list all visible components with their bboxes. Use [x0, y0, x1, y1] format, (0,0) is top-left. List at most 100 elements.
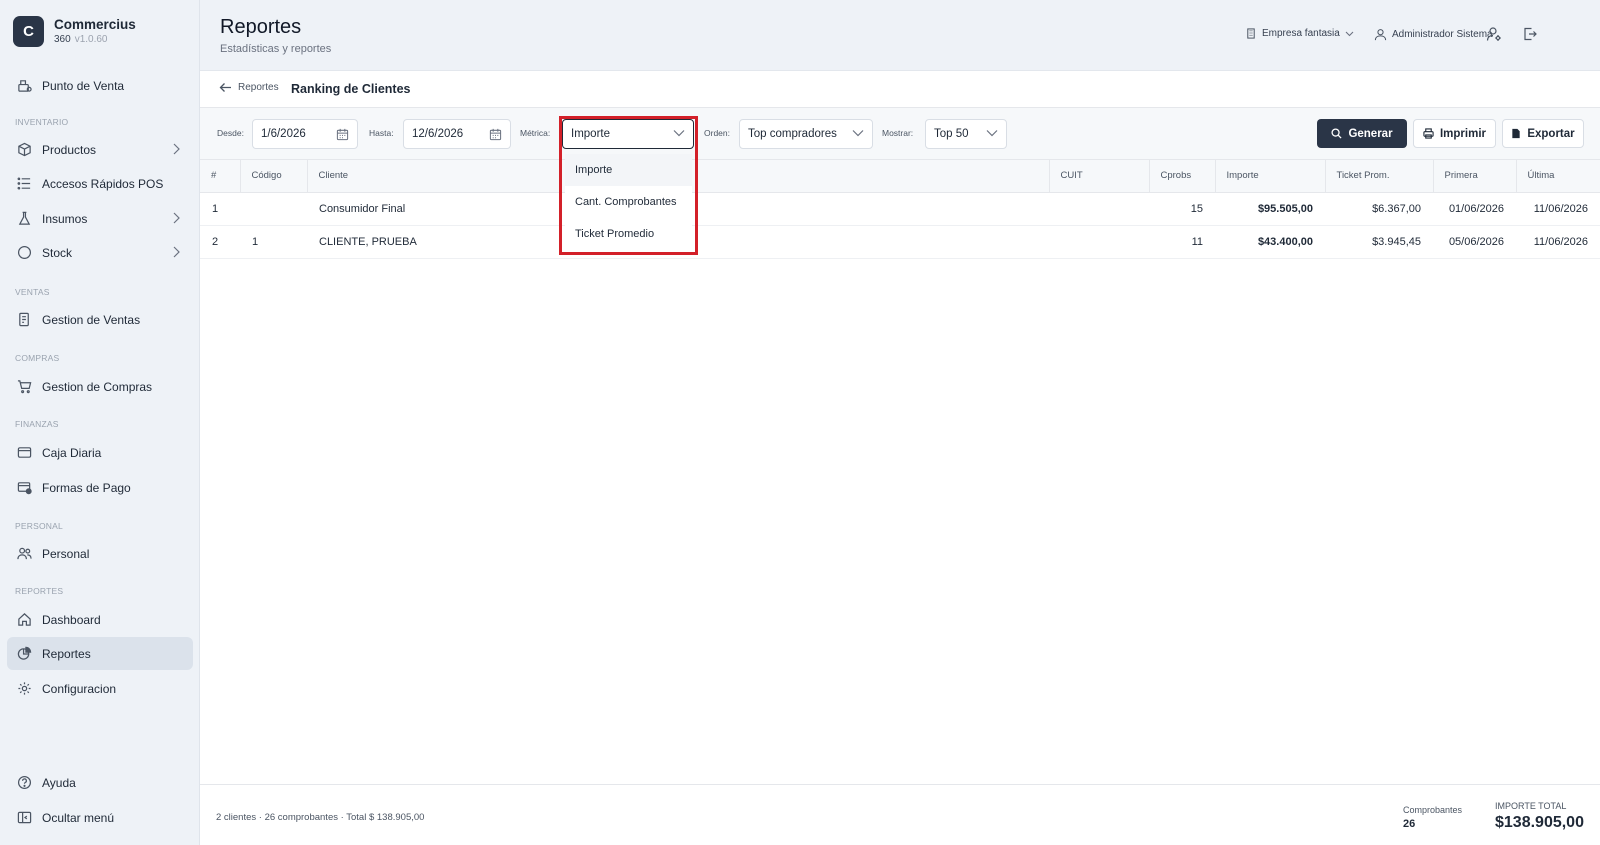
circle-icon: [16, 245, 32, 261]
col-header-codigo[interactable]: Código: [240, 160, 308, 193]
sidebar-item-formas-pago[interactable]: Formas de Pago: [7, 471, 193, 504]
arrow-left-icon: [219, 82, 232, 93]
sidebar-item-label: Punto de Venta: [42, 78, 125, 93]
importe-total-label: IMPORTE TOTAL: [1495, 801, 1567, 811]
imprimir-label: Imprimir: [1439, 127, 1486, 140]
metrica-select[interactable]: Importe: [562, 119, 694, 149]
chevron-right-icon: [171, 143, 181, 155]
exportar-label: Exportar: [1527, 127, 1575, 140]
sidebar-item-dashboard[interactable]: Dashboard: [7, 603, 193, 636]
search-icon: [1331, 128, 1342, 139]
section-finanzas: FINANZAS: [15, 419, 59, 429]
sidebar-item-gestion-compras[interactable]: Gestion de Compras: [7, 370, 193, 403]
col-header-cuit[interactable]: CUIT: [1049, 160, 1150, 193]
hasta-date-input[interactable]: 12/6/2026: [403, 119, 511, 149]
cell-rank: 1: [200, 192, 240, 226]
cell-cprobs: 11: [1149, 225, 1215, 259]
section-compras: COMPRAS: [15, 353, 60, 363]
sidebar-item-gestion-ventas[interactable]: Gestion de Ventas: [7, 303, 193, 336]
sidebar-item-ocultar-menu[interactable]: Ocultar menú: [7, 801, 193, 834]
sidebar-collapse-icon: [16, 810, 32, 826]
metrica-option-importe[interactable]: Importe: [565, 154, 692, 186]
col-header-importe[interactable]: Importe: [1215, 160, 1326, 193]
company-selector[interactable]: Empresa fantasia: [1246, 28, 1354, 39]
back-button[interactable]: Reportes: [219, 82, 279, 93]
cell-ultima: 11/06/2026: [1516, 192, 1600, 226]
sidebar-item-caja-diaria[interactable]: Caja Diaria: [7, 436, 193, 469]
desde-date-input[interactable]: 1/6/2026: [252, 119, 358, 149]
col-header-cprobs[interactable]: Cprobs: [1149, 160, 1216, 193]
sidebar-item-productos[interactable]: Productos: [7, 133, 193, 166]
gear-icon: [16, 681, 32, 697]
cell-ticket: $6.367,00: [1325, 192, 1433, 226]
sidebar-item-ayuda[interactable]: Ayuda: [7, 766, 193, 799]
desde-value: 1/6/2026: [261, 128, 306, 140]
sidebar-item-insumos[interactable]: Insumos: [7, 202, 193, 235]
cart-icon: [16, 379, 32, 395]
company-name: Empresa fantasia: [1262, 28, 1340, 39]
section-ventas: VENTAS: [15, 287, 50, 297]
sidebar-item-label: Formas de Pago: [42, 480, 131, 495]
sidebar-item-stock[interactable]: Stock: [7, 236, 193, 269]
card-icon: [16, 480, 32, 496]
cell-ultima: 11/06/2026: [1516, 225, 1600, 259]
cell-primera: 05/06/2026: [1433, 225, 1516, 259]
footer-summary-bar: 2 clientes · 26 comprobantes · Total $ 1…: [200, 784, 1600, 845]
generar-button[interactable]: Generar: [1317, 119, 1407, 148]
cell-cuit: [1049, 192, 1149, 226]
chevron-down-icon: [673, 129, 685, 137]
sidebar: C Commercius 360 v1.0.60 Punto de Venta I…: [0, 0, 200, 845]
footer-summary: 2 clientes · 26 comprobantes · Total $ 1…: [216, 812, 425, 823]
cell-importe: $95.505,00: [1215, 192, 1325, 226]
ranking-table: # Código Cliente CUIT Cprobs Importe Tic…: [200, 160, 1600, 259]
mostrar-select[interactable]: Top 50: [925, 119, 1007, 149]
metrica-option-cant-comprobantes[interactable]: Cant. Comprobantes: [565, 186, 692, 218]
chevron-down-icon: [1345, 31, 1354, 37]
wallet-icon: [16, 445, 32, 461]
logout-icon[interactable]: [1522, 26, 1540, 44]
table-row[interactable]: 2 1 CLIENTE, PRUEBA 11 $43.400,00 $3.945…: [200, 225, 1600, 259]
orden-select[interactable]: Top compradores: [739, 119, 873, 149]
sidebar-item-label: Gestion de Ventas: [42, 312, 141, 327]
col-header-primera[interactable]: Primera: [1433, 160, 1517, 193]
help-icon: [16, 775, 32, 791]
table-row[interactable]: 1 Consumidor Final 15 $95.505,00 $6.367,…: [200, 192, 1600, 226]
col-header-rank[interactable]: #: [200, 160, 241, 193]
sidebar-item-label: Ayuda: [42, 775, 76, 790]
home-icon: [16, 612, 32, 628]
sidebar-item-personal[interactable]: Personal: [7, 537, 193, 570]
box-icon: [16, 142, 32, 158]
calendar-icon[interactable]: [336, 128, 349, 141]
table-header-row: # Código Cliente CUIT Cprobs Importe Tic…: [200, 160, 1600, 193]
sidebar-item-reportes[interactable]: Reportes: [7, 637, 193, 670]
calendar-icon[interactable]: [489, 128, 502, 141]
user-menu[interactable]: Administrador Sistema: [1374, 28, 1493, 41]
metrica-label: Métrica:: [520, 128, 551, 138]
sidebar-item-label: Accesos Rápidos POS: [42, 176, 164, 191]
sidebar-item-punto-de-venta[interactable]: Punto de Venta: [7, 69, 193, 102]
chevron-down-icon: [986, 129, 998, 137]
cell-cuit: [1049, 225, 1149, 259]
sidebar-item-label: Insumos: [42, 211, 88, 226]
col-header-ultima[interactable]: Última: [1516, 160, 1600, 193]
cell-codigo: 1: [240, 225, 307, 259]
comprobantes-value: 26: [1403, 818, 1416, 830]
metrica-option-ticket-promedio[interactable]: Ticket Promedio: [565, 218, 692, 250]
sidebar-item-configuracion[interactable]: Configuracion: [7, 672, 193, 705]
sidebar-item-accesos-rapidos[interactable]: Accesos Rápidos POS: [7, 167, 193, 200]
imprimir-button[interactable]: Imprimir: [1413, 119, 1496, 148]
metrica-value: Importe: [571, 128, 610, 140]
cell-cprobs: 15: [1149, 192, 1215, 226]
page-title: Reportes: [220, 16, 302, 38]
cell-rank: 2: [200, 225, 240, 259]
exportar-button[interactable]: Exportar: [1502, 119, 1584, 148]
orden-value: Top compradores: [748, 128, 837, 140]
chevron-down-icon: [852, 129, 864, 137]
user-settings-icon[interactable]: [1486, 26, 1504, 44]
sidebar-item-label: Gestion de Compras: [42, 379, 153, 394]
brand-logo: C: [13, 16, 44, 47]
users-icon: [16, 546, 32, 562]
brand[interactable]: C Commercius 360 v1.0.60: [13, 16, 136, 47]
col-header-ticket[interactable]: Ticket Prom.: [1325, 160, 1434, 193]
receipt-icon: [16, 312, 32, 328]
